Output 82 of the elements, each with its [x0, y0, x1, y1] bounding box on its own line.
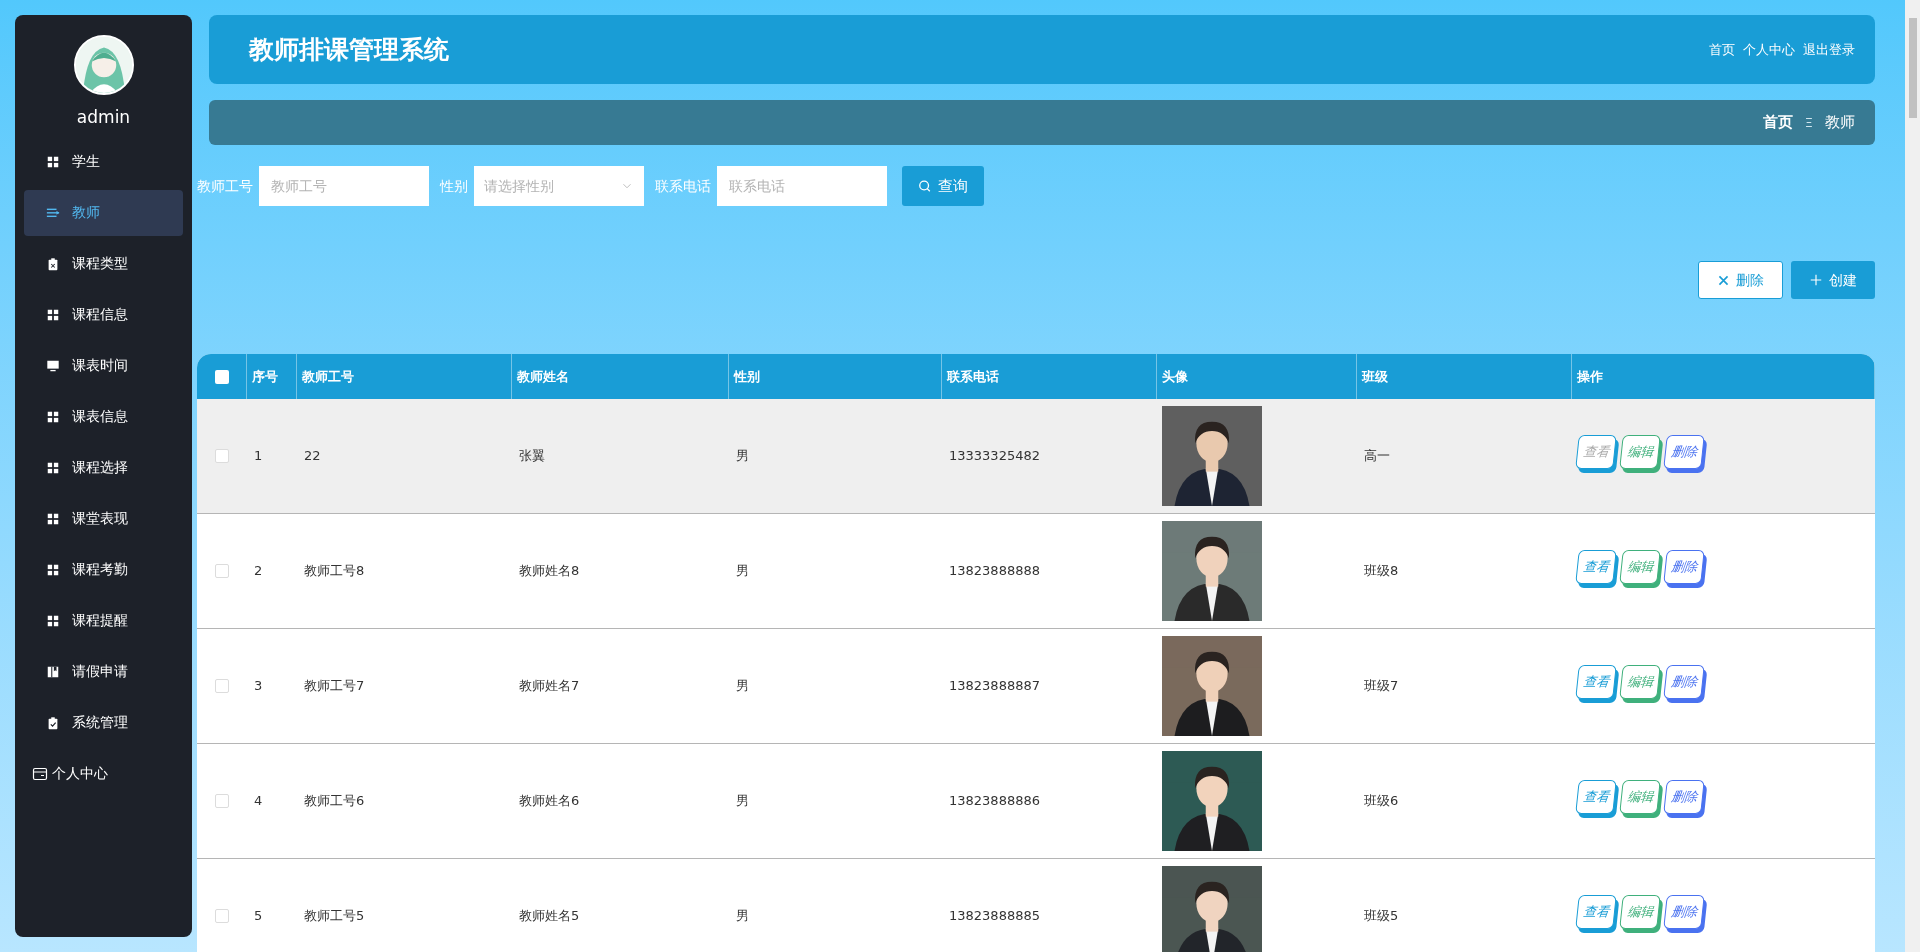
app-title: 教师排课管理系统: [249, 33, 449, 66]
create-button[interactable]: 创建: [1791, 261, 1875, 299]
user-name: admin: [75, 106, 132, 129]
table-cell: 男: [736, 563, 749, 579]
search-icon: [918, 179, 932, 193]
table-cell: 男: [736, 678, 749, 694]
table-cell: 1: [254, 448, 263, 464]
table-cell: 13823888885: [949, 908, 1040, 924]
select-placeholder: 请选择性别: [484, 176, 554, 196]
table-cell: 13823888886: [949, 793, 1040, 809]
sidebar-item[interactable]: 学生: [24, 138, 183, 185]
table-cell: 班级8: [1364, 563, 1399, 579]
table-cell: 班级5: [1364, 908, 1399, 924]
sidebar-item[interactable]: 个人中心: [24, 750, 183, 797]
scrollbar[interactable]: [1905, 0, 1920, 952]
sidebar-item[interactable]: 课程提醒: [24, 597, 183, 644]
wallet-icon: [32, 765, 48, 782]
table-cell: 班级6: [1364, 793, 1399, 809]
grid-icon: [46, 613, 60, 628]
delete-button[interactable]: 删除: [1698, 261, 1783, 299]
header-link[interactable]: 个人中心: [1743, 39, 1795, 60]
grid-icon: [46, 460, 60, 475]
row-checkbox[interactable]: [215, 449, 229, 463]
table-cell: 3: [254, 678, 263, 694]
table-cell: 教师姓名7: [519, 678, 580, 694]
clipboard-icon: [46, 256, 60, 271]
row-checkbox[interactable]: [215, 794, 229, 808]
close-icon: [1717, 273, 1730, 287]
table-cell: 22: [304, 448, 321, 464]
header-link[interactable]: 首页: [1709, 39, 1735, 60]
sidebar-item[interactable]: 教师: [24, 189, 183, 236]
table-cell: 教师姓名8: [519, 563, 580, 579]
table-cell: 13823888888: [949, 563, 1040, 579]
table-cell: 教师工号8: [304, 563, 365, 579]
sidebar-item[interactable]: 课表时间: [24, 342, 183, 389]
table-cell: 教师姓名5: [519, 908, 580, 924]
grid-icon: [46, 154, 60, 169]
book-icon: [46, 664, 60, 679]
table-cell: 男: [736, 448, 749, 464]
breadcrumb-separator: Ξ: [1803, 113, 1814, 132]
row-checkbox[interactable]: [215, 909, 229, 923]
sidebar-item[interactable]: 课程考勤: [24, 546, 183, 593]
sidebar-item[interactable]: 课程选择: [24, 444, 183, 491]
grid-icon: [46, 562, 60, 577]
grid-icon: [46, 409, 60, 424]
field-label: 教师工号: [197, 176, 253, 196]
table-cell: 男: [736, 908, 749, 924]
table-cell: 13333325482: [949, 448, 1040, 464]
sidebar-item[interactable]: 课表信息: [24, 393, 183, 440]
table-cell: 教师姓名6: [519, 793, 580, 809]
row-checkbox[interactable]: [215, 679, 229, 693]
grid-icon: [46, 511, 60, 526]
table-cell: 13823888887: [949, 678, 1040, 694]
field-label: 性别: [440, 176, 468, 196]
header-link[interactable]: 退出登录: [1803, 39, 1855, 60]
breadcrumb-current: 教师: [1825, 112, 1855, 134]
table-cell: 4: [254, 793, 263, 809]
input-field[interactable]: 教师工号: [259, 166, 429, 206]
table-cell: 男: [736, 793, 749, 809]
table-cell: 班级7: [1364, 678, 1399, 694]
sidebar-item[interactable]: 系统管理: [24, 699, 183, 746]
sidebar-item[interactable]: 课堂表现: [24, 495, 183, 542]
table-cell: 张翼: [519, 448, 545, 464]
sidebar-item[interactable]: 请假申请: [24, 648, 183, 695]
table-cell: 高一: [1364, 448, 1390, 464]
table-cell: 教师工号6: [304, 793, 365, 809]
sidebar-item[interactable]: 课程类型: [24, 240, 183, 287]
table-cell: 教师工号7: [304, 678, 365, 694]
select-all-checkbox[interactable]: [214, 369, 229, 384]
table-cell: 5: [254, 908, 263, 924]
input-field[interactable]: 联系电话: [717, 166, 887, 206]
grid-icon: [46, 307, 60, 322]
table-cell: 2: [254, 563, 263, 579]
field-label: 联系电话: [655, 176, 711, 196]
row-checkbox[interactable]: [215, 564, 229, 578]
search-button[interactable]: 查询: [902, 166, 984, 206]
table-cell: 教师工号5: [304, 908, 365, 924]
clipboard-check-icon: [46, 715, 60, 730]
breadcrumb-link[interactable]: 首页: [1762, 111, 1793, 134]
sidebar-item[interactable]: 课程信息: [24, 291, 183, 338]
monitor-icon: [46, 358, 60, 373]
plus-icon: [1809, 273, 1823, 287]
